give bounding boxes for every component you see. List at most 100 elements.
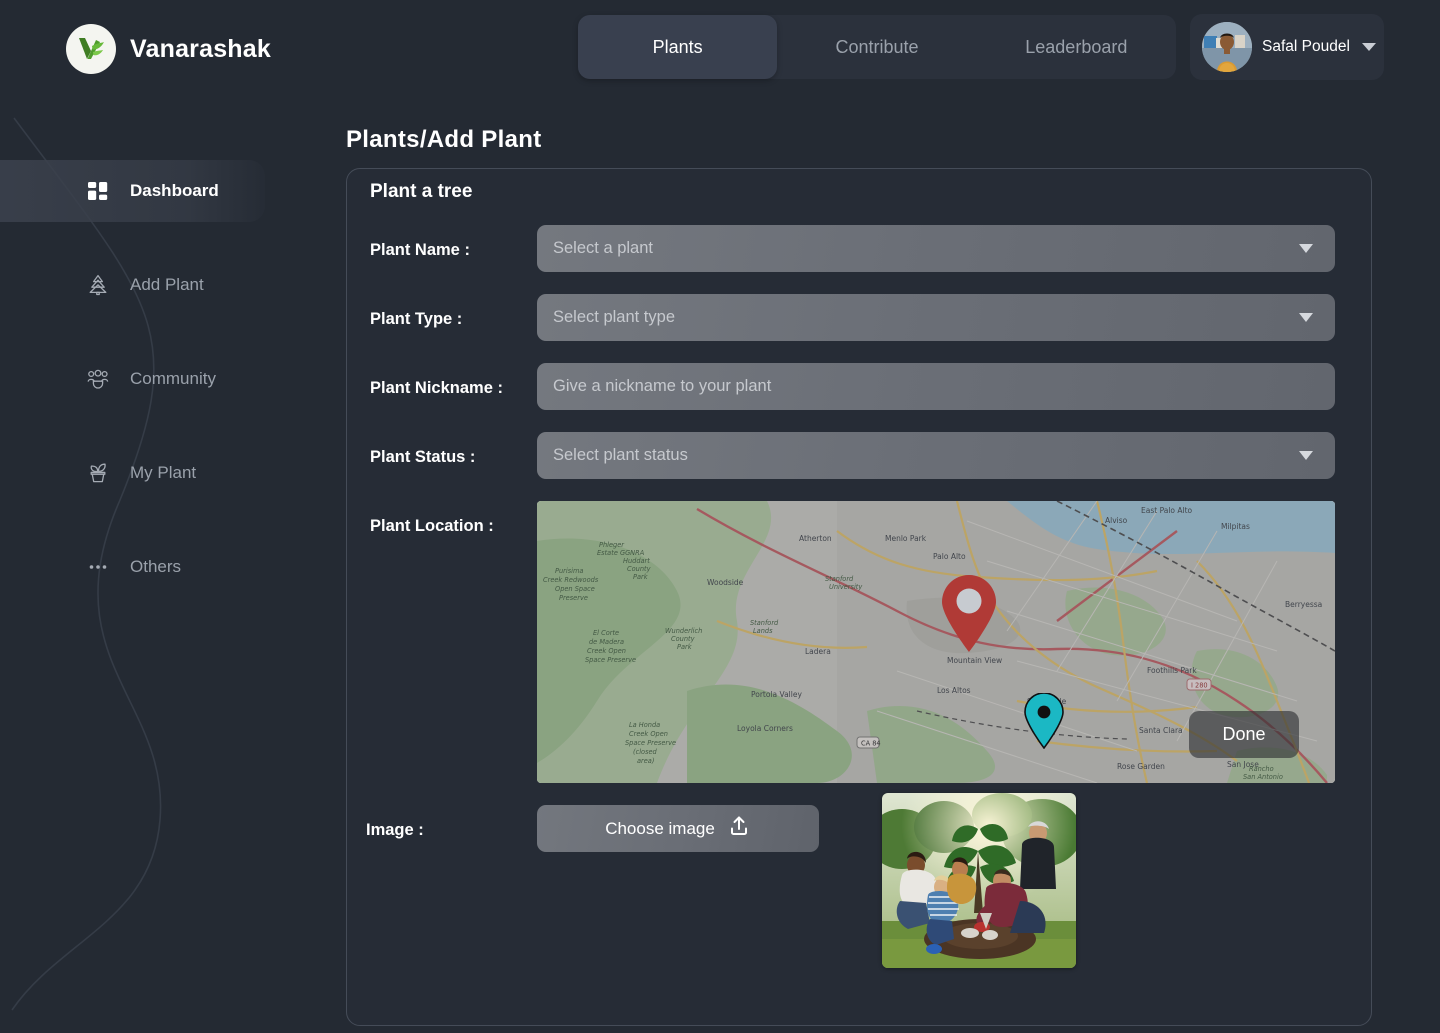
people-group-icon: [84, 365, 112, 393]
svg-text:El Corte: El Corte: [593, 629, 619, 637]
svg-text:Foothills Park: Foothills Park: [1147, 666, 1197, 675]
leaf-v-logo-icon: [66, 24, 116, 74]
tab-leaderboard[interactable]: Leaderboard: [977, 15, 1176, 79]
svg-text:Space Preserve: Space Preserve: [585, 656, 636, 664]
svg-text:Alviso: Alviso: [1105, 516, 1128, 525]
svg-text:Preserve: Preserve: [559, 594, 588, 602]
tab-contribute[interactable]: Contribute: [777, 15, 976, 79]
svg-text:University: University: [829, 583, 862, 591]
svg-text:I 280: I 280: [1191, 682, 1208, 690]
brand-name: Vanarashak: [130, 34, 271, 63]
sidebar: Dashboard Add Plant Community My Plant O…: [0, 160, 300, 630]
svg-text:Purisima: Purisima: [555, 567, 583, 575]
sidebar-item-label: Community: [130, 369, 216, 388]
plant-status-placeholder: Select plant status: [553, 446, 688, 464]
sidebar-item-others[interactable]: Others: [0, 536, 300, 598]
top-bar: Vanarashak Plants Contribute Leaderboard: [0, 0, 1440, 95]
plant-name-placeholder: Select a plant: [553, 239, 653, 257]
main-nav: Plants Contribute Leaderboard: [578, 15, 1176, 79]
sidebar-item-dashboard[interactable]: Dashboard: [0, 160, 265, 222]
plant-type-label: Plant Type :: [370, 310, 463, 328]
svg-text:de Madera: de Madera: [589, 638, 624, 646]
svg-text:Open Space: Open Space: [555, 585, 595, 593]
svg-text:Rose Garden: Rose Garden: [1117, 762, 1165, 771]
page-title: Plants/Add Plant: [346, 126, 542, 153]
svg-text:La Honda: La Honda: [629, 721, 660, 729]
svg-text:East Palo Alto: East Palo Alto: [1141, 506, 1193, 515]
grid-dashboard-icon: [84, 177, 112, 205]
svg-text:San Antonio: San Antonio: [1243, 773, 1283, 781]
current-location-pin[interactable]: [1023, 693, 1065, 749]
avatar: [1202, 22, 1252, 72]
plant-type-select[interactable]: Select plant type: [537, 294, 1335, 341]
svg-text:Estate GGNRA: Estate GGNRA: [597, 549, 645, 557]
svg-text:Berryessa: Berryessa: [1285, 600, 1322, 609]
svg-text:Woodside: Woodside: [707, 578, 744, 587]
svg-text:Portola Valley: Portola Valley: [751, 690, 802, 699]
map-done-button[interactable]: Done: [1189, 711, 1299, 758]
svg-text:Park: Park: [633, 573, 649, 581]
ellipsis-icon: [84, 553, 112, 581]
svg-text:Rancho: Rancho: [1249, 765, 1274, 773]
svg-text:Park: Park: [677, 643, 693, 651]
sidebar-item-label: Dashboard: [130, 181, 219, 200]
svg-text:Los Altos: Los Altos: [937, 686, 971, 695]
svg-text:Creek Open: Creek Open: [587, 647, 626, 655]
svg-text:(closed: (closed: [633, 748, 658, 756]
plant-name-label: Plant Name :: [370, 241, 470, 259]
choose-image-label: Choose image: [605, 818, 715, 838]
plant-name-select[interactable]: Select a plant: [537, 225, 1335, 272]
add-plant-card: Plant a tree Plant Name : Select a plant…: [346, 168, 1372, 1026]
location-map[interactable]: East Palo Alto Atherton Menlo Park Palo …: [537, 501, 1335, 783]
upload-icon: [727, 814, 751, 843]
svg-text:area): area): [637, 757, 654, 765]
plant-nickname-input[interactable]: Give a nickname to your plant: [537, 363, 1335, 410]
card-title: Plant a tree: [370, 181, 473, 202]
plant-nickname-label: Plant Nickname :: [370, 379, 503, 397]
plant-type-placeholder: Select plant type: [553, 308, 675, 326]
chevron-down-icon: [1299, 244, 1313, 253]
plant-status-label: Plant Status :: [370, 448, 476, 466]
svg-text:Creek Redwoods: Creek Redwoods: [543, 576, 599, 584]
user-menu[interactable]: Safal Poudel: [1190, 14, 1384, 80]
potted-plant-icon: [84, 459, 112, 487]
svg-text:County: County: [627, 565, 651, 573]
svg-text:Space Preserve: Space Preserve: [625, 739, 676, 747]
plant-nickname-placeholder: Give a nickname to your plant: [553, 377, 772, 395]
sidebar-item-label: Add Plant: [130, 275, 204, 294]
svg-text:Atherton: Atherton: [799, 534, 832, 543]
svg-text:Phleger: Phleger: [599, 541, 625, 549]
choose-image-button[interactable]: Choose image: [537, 805, 819, 852]
plant-status-select[interactable]: Select plant status: [537, 432, 1335, 479]
image-preview[interactable]: [882, 793, 1076, 968]
svg-text:Menlo Park: Menlo Park: [885, 534, 927, 543]
pine-tree-icon: [84, 271, 112, 299]
selected-location-pin[interactable]: [938, 575, 1000, 653]
app-root: Vanarashak Plants Contribute Leaderboard: [0, 0, 1440, 1033]
svg-text:Huddart: Huddart: [623, 557, 650, 565]
sidebar-item-my-plant[interactable]: My Plant: [0, 442, 300, 504]
sidebar-item-label: My Plant: [130, 463, 197, 482]
svg-text:Lands: Lands: [753, 627, 773, 635]
svg-text:Loyola Corners: Loyola Corners: [737, 724, 793, 733]
svg-text:Wunderlich: Wunderlich: [665, 627, 702, 635]
svg-text:Stanford: Stanford: [750, 619, 779, 627]
svg-text:Palo Alto: Palo Alto: [933, 552, 966, 561]
svg-text:Stanford: Stanford: [825, 575, 854, 583]
sidebar-item-label: Others: [130, 557, 182, 576]
svg-text:Santa Clara: Santa Clara: [1139, 726, 1183, 735]
brand[interactable]: Vanarashak: [66, 24, 271, 74]
chevron-down-icon: [1299, 451, 1313, 460]
sidebar-item-community[interactable]: Community: [0, 348, 300, 410]
svg-text:CA 84: CA 84: [861, 740, 881, 748]
svg-text:Milpitas: Milpitas: [1221, 522, 1250, 531]
chevron-down-icon[interactable]: [1361, 43, 1376, 51]
svg-text:County: County: [671, 635, 695, 643]
tab-plants[interactable]: Plants: [578, 15, 778, 79]
sidebar-item-add-plant[interactable]: Add Plant: [0, 254, 300, 316]
user-name: Safal Poudel: [1262, 38, 1350, 55]
chevron-down-icon: [1299, 313, 1313, 322]
image-label: Image :: [366, 821, 424, 839]
svg-text:Ladera: Ladera: [805, 647, 831, 656]
svg-text:Creek Open: Creek Open: [629, 730, 668, 738]
